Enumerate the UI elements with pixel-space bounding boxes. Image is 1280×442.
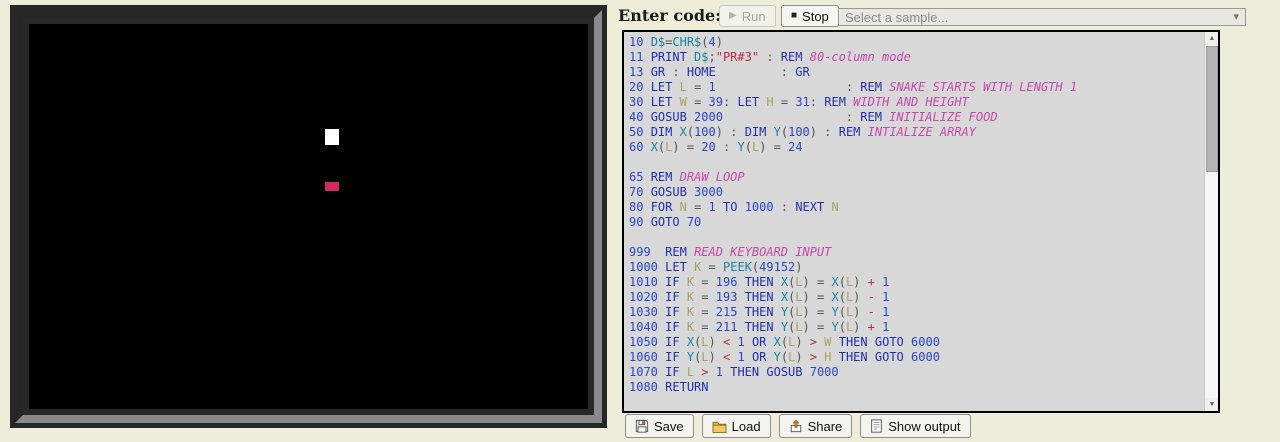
code-line: 65 REM DRAW LOOP	[629, 170, 1202, 185]
scrollbar-thumb[interactable]	[1206, 46, 1218, 172]
code-line: 1040 IF K = 211 THEN Y(L) = Y(L) + 1	[629, 320, 1202, 335]
load-button-label: Load	[732, 419, 761, 434]
scroll-up-button[interactable]: ▲	[1205, 32, 1219, 45]
code-line: 1070 IF L > 1 THEN GOSUB 7000	[629, 365, 1202, 380]
save-button[interactable]: Save	[625, 414, 694, 438]
code-lines: 10 D$=CHR$(4)11 PRINT D$;"PR#3" : REM 80…	[629, 35, 1202, 411]
code-line: 30 LET W = 39: LET H = 31: REM WIDTH AND…	[629, 95, 1202, 110]
code-line: 999 REM READ KEYBOARD INPUT	[629, 245, 1202, 260]
code-line: 1010 IF K = 196 THEN X(L) = X(L) + 1	[629, 275, 1202, 290]
code-editor[interactable]: 10 D$=CHR$(4)11 PRINT D$;"PR#3" : REM 80…	[622, 30, 1220, 413]
code-line: 1080 RETURN	[629, 380, 1202, 395]
code-line: 1999 REM CREATE FOOD SUBROUTINE	[629, 410, 1202, 411]
code-line: 1020 IF K = 193 THEN X(L) = X(L) - 1	[629, 290, 1202, 305]
code-line: 20 LET L = 1 : REM SNAKE STARTS WITH LEN…	[629, 80, 1202, 95]
code-line: 11 PRINT D$;"PR#3" : REM 80-column mode	[629, 50, 1202, 65]
food-pixel	[325, 182, 339, 191]
stop-button-label: Stop	[802, 9, 829, 24]
editor-scrollbar[interactable]: ▲ ▼	[1204, 32, 1218, 411]
code-line	[629, 155, 1202, 170]
code-line: 50 DIM X(100) : DIM Y(100) : REM INTIALI…	[629, 125, 1202, 140]
show-output-button-label: Show output	[888, 419, 960, 434]
share-icon	[789, 419, 803, 433]
share-button[interactable]: Share	[779, 414, 853, 438]
document-icon	[870, 419, 883, 433]
editor-actions: Save Load Share Show output	[625, 414, 971, 438]
snake-pixel	[325, 129, 339, 145]
code-line: 70 GOSUB 3000	[629, 185, 1202, 200]
code-line: 1030 IF K = 215 THEN Y(L) = Y(L) - 1	[629, 305, 1202, 320]
sample-select[interactable]: Select a sample... ▾	[838, 8, 1246, 26]
stop-icon: ■	[791, 11, 797, 21]
play-icon: ▶	[729, 11, 737, 21]
share-button-label: Share	[808, 419, 843, 434]
chevron-down-icon: ▾	[1233, 10, 1239, 23]
code-line	[629, 230, 1202, 245]
stop-button[interactable]: ■ Stop	[781, 5, 839, 27]
sample-select-value: Select a sample...	[845, 10, 948, 25]
code-line: 1050 IF X(L) < 1 OR X(L) > W THEN GOTO 6…	[629, 335, 1202, 350]
monitor-bezel	[15, 10, 602, 423]
floppy-disk-icon	[635, 419, 649, 433]
run-button-label: Run	[742, 9, 766, 24]
run-button[interactable]: ▶ Run	[719, 5, 776, 27]
code-line: 60 X(L) = 20 : Y(L) = 24	[629, 140, 1202, 155]
save-button-label: Save	[654, 419, 684, 434]
enter-code-label: Enter code:	[618, 6, 721, 25]
code-line: 10 D$=CHR$(4)	[629, 35, 1202, 50]
folder-icon	[712, 420, 727, 433]
code-line: 40 GOSUB 2000 : REM INITIALIZE FOOD	[629, 110, 1202, 125]
code-line: 1000 LET K = PEEK(49152)	[629, 260, 1202, 275]
code-line: 90 GOTO 70	[629, 215, 1202, 230]
screen-surface[interactable]	[23, 18, 594, 415]
load-button[interactable]: Load	[702, 414, 771, 438]
code-line	[629, 395, 1202, 410]
code-line: 13 GR : HOME : GR	[629, 65, 1202, 80]
apple2-monitor	[10, 5, 607, 428]
scroll-down-button[interactable]: ▼	[1205, 398, 1219, 411]
code-line: 80 FOR N = 1 TO 1000 : NEXT N	[629, 200, 1202, 215]
code-line: 1060 IF Y(L) < 1 OR Y(L) > H THEN GOTO 6…	[629, 350, 1202, 365]
show-output-button[interactable]: Show output	[860, 414, 970, 438]
